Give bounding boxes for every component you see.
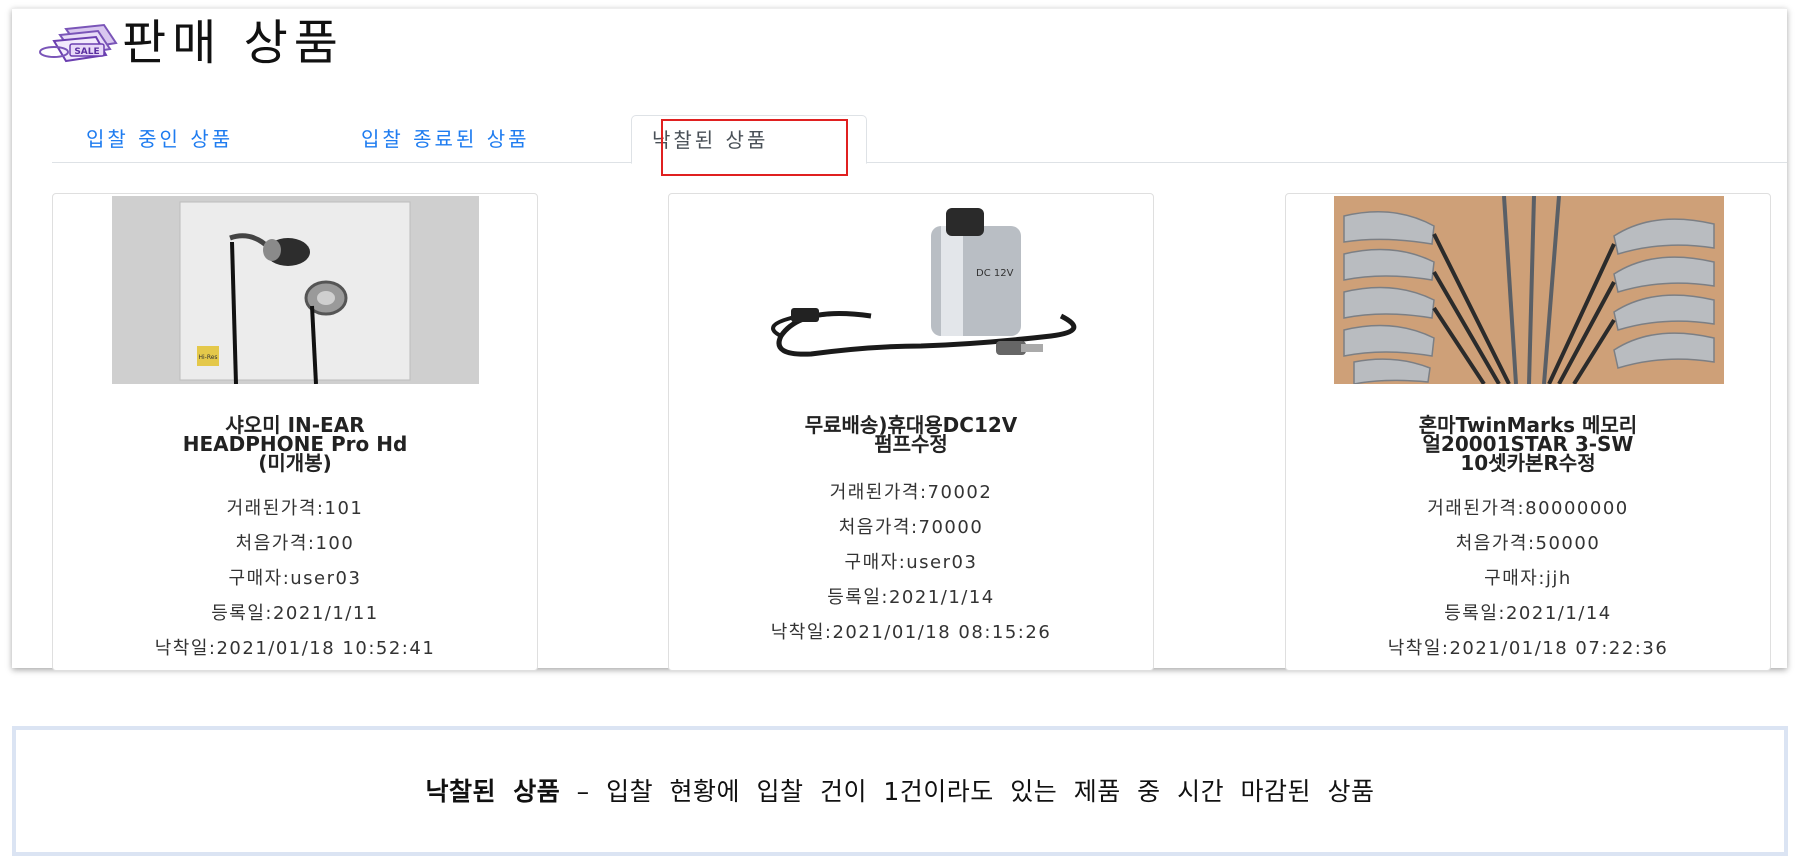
- product-title[interactable]: 샤오미 IN-EAR HEADPHONE Pro Hd (미개봉): [73, 415, 517, 473]
- awarded-date: 낙착일:2021/01/18 10:52:41: [154, 638, 436, 659]
- registered-date: 등록일:2021/1/11: [211, 603, 379, 624]
- caption-text: 낙찰된 상품 – 입찰 현황에 입찰 건이 1건이라도 있는 제품 중 시간 마…: [16, 772, 1784, 808]
- product-tabs: 입찰 중인 상품 입찰 종료된 상품 낙찰된 상품: [52, 115, 1787, 164]
- svg-text:Hi-Res: Hi-Res: [198, 354, 217, 361]
- product-card[interactable]: 혼마TwinMarks 메모리 얼20001STAR 3-SW 10셋카본R수정…: [1285, 193, 1771, 671]
- start-price: 처음가격:100: [235, 533, 355, 554]
- golf-irons-image: [1334, 196, 1724, 384]
- buyer: 구매자:user03: [228, 568, 362, 589]
- registered-date: 등록일:2021/1/14: [1444, 603, 1612, 624]
- product-title[interactable]: 무료배송)휴대용DC12V 펌프수정: [689, 415, 1133, 454]
- earphone-box-image: Hi-Res: [112, 196, 479, 384]
- deal-price: 거래된가격:70002: [829, 482, 993, 503]
- sale-products-panel: SALE 판매 상품 입찰 중인 상품 입찰 종료된 상품 낙찰된 상품 Hi-…: [12, 8, 1787, 671]
- page-title: 판매 상품: [122, 15, 344, 71]
- product-title[interactable]: 혼마TwinMarks 메모리 얼20001STAR 3-SW 10셋카본R수정: [1306, 415, 1750, 473]
- tab-bidding[interactable]: 입찰 중인 상품: [66, 115, 253, 163]
- svg-text:SALE: SALE: [74, 47, 99, 57]
- sale-tag-icon: SALE: [36, 21, 120, 65]
- awarded-date: 낙착일:2021/01/18 07:22:36: [1387, 638, 1669, 659]
- tab-bid-ended[interactable]: 입찰 종료된 상품: [341, 115, 550, 163]
- caption-rest: – 입찰 현황에 입찰 건이 1건이라도 있는 제품 중 시간 마감된 상품: [560, 777, 1375, 806]
- caption-bold: 낙찰된 상품: [425, 777, 561, 806]
- deal-price: 거래된가격:80000000: [1427, 498, 1629, 519]
- registered-date: 등록일:2021/1/14: [827, 587, 995, 608]
- dc-pump-image: DC 12V: [721, 196, 1101, 384]
- product-card[interactable]: Hi-Res 샤오미 IN-EAR HEADPHONE Pro Hd (미개봉)…: [52, 193, 538, 671]
- page-header: SALE 판매 상품: [36, 13, 344, 73]
- awarded-date: 낙착일:2021/01/18 08:15:26: [770, 622, 1052, 643]
- product-card[interactable]: DC 12V 무료배송)휴대용DC12V 펌프수정 거래된가격:70002 처음…: [668, 193, 1154, 671]
- tab-awarded[interactable]: 낙찰된 상품: [631, 115, 867, 164]
- caption-box: 낙찰된 상품 – 입찰 현황에 입찰 건이 1건이라도 있는 제품 중 시간 마…: [12, 726, 1788, 856]
- deal-price: 거래된가격:101: [226, 498, 364, 519]
- buyer: 구매자:jjh: [1484, 568, 1572, 589]
- start-price: 처음가격:50000: [1455, 533, 1601, 554]
- start-price: 처음가격:70000: [838, 517, 984, 538]
- svg-text:DC 12V: DC 12V: [976, 268, 1014, 279]
- buyer: 구매자:user03: [844, 552, 978, 573]
